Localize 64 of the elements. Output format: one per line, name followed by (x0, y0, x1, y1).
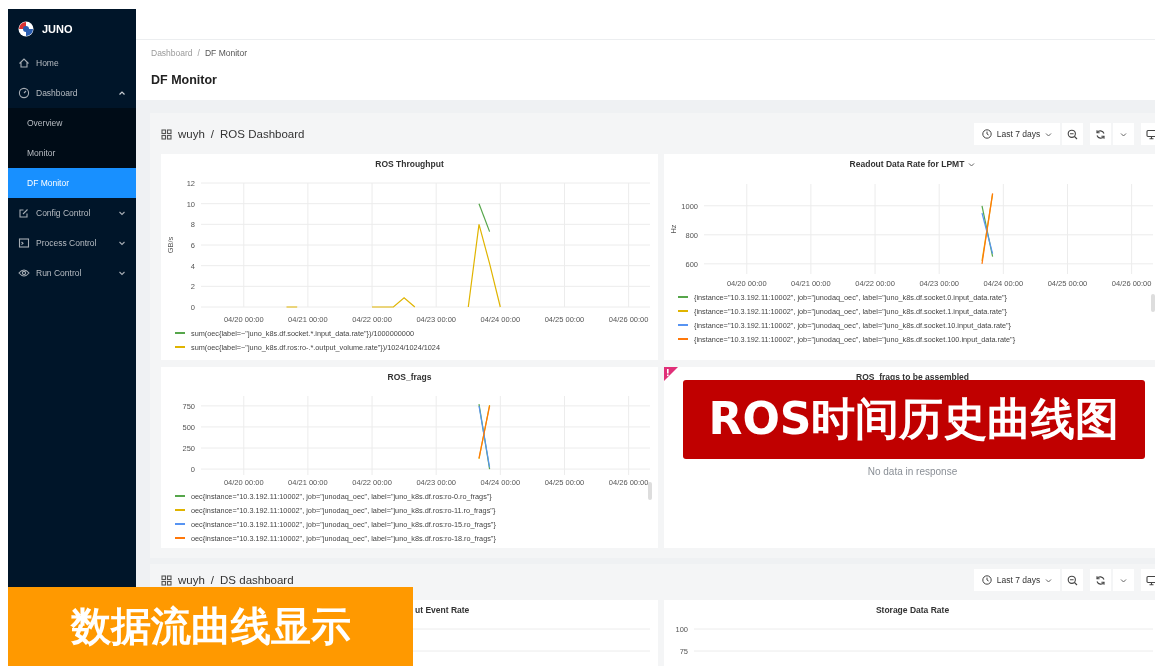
clock-icon (981, 129, 992, 139)
refresh-icon (1095, 574, 1106, 586)
dashboard-folder[interactable]: wuyh (178, 574, 205, 586)
panel-title[interactable]: Readout Data Rate for LPMT (849, 159, 965, 169)
clock-icon (981, 575, 992, 585)
panel-title[interactable]: Storage Data Rate (875, 605, 950, 615)
scrollbar[interactable] (1151, 294, 1155, 312)
grid-icon (161, 128, 172, 140)
legend-swatch (678, 337, 688, 341)
dashboard-folder[interactable]: wuyh (178, 128, 205, 140)
time-range-button[interactable]: Last 7 days (974, 123, 1060, 145)
caption-label: ROS时间历史曲线图 (683, 380, 1145, 459)
refresh-icon (1095, 128, 1106, 140)
legend-swatch (175, 345, 185, 349)
legend-swatch (175, 522, 185, 526)
zoom-out-icon (1067, 574, 1078, 586)
edit-icon (18, 207, 30, 219)
sidebar-item[interactable]: Overview (8, 108, 136, 138)
home-icon (18, 57, 30, 69)
panel-title[interactable]: ut Event Rate (415, 605, 470, 615)
legend-swatch (678, 323, 688, 327)
sidebar-item[interactable]: Config Control (8, 198, 136, 228)
zoom-out-icon (1067, 128, 1078, 140)
legend-swatch (678, 309, 688, 313)
panel-title[interactable]: ROS_frags to be assembled (856, 372, 969, 382)
page-title: DF Monitor (151, 73, 218, 87)
panel-title[interactable]: ROS Throughput (375, 159, 444, 169)
breadcrumb-separator: / (197, 48, 200, 58)
breadcrumb-link[interactable]: DF Monitor (204, 48, 247, 58)
caret-down-icon (1120, 130, 1127, 138)
legend-swatch (678, 295, 688, 299)
sidebar-item[interactable]: Dashboard (8, 78, 136, 108)
caret-down-icon (1120, 576, 1127, 584)
breadcrumb-separator: / (210, 574, 215, 586)
eye-icon (18, 267, 30, 279)
legend-swatch (175, 536, 185, 540)
breadcrumb-separator: / (210, 128, 215, 140)
dashboard-title[interactable]: DS dashboard (220, 574, 294, 586)
legend-swatch (175, 494, 185, 498)
panel-title[interactable]: ROS_frags (387, 372, 432, 382)
logo-icon (18, 20, 34, 37)
empty-message: No data in response (866, 466, 959, 477)
sidebar-item[interactable]: Monitor (8, 138, 136, 168)
monitor-icon (1146, 574, 1155, 586)
caret-down-icon (1045, 130, 1053, 138)
grid-icon (161, 574, 172, 586)
refresh-button[interactable] (1090, 569, 1111, 591)
monitor-icon (1146, 128, 1155, 140)
sidebar-item[interactable]: Process Control (8, 228, 136, 258)
zoom-out-button[interactable] (1062, 569, 1083, 591)
scrollbar[interactable] (648, 482, 652, 500)
zoom-out-button[interactable] (1062, 123, 1083, 145)
terminal-icon (18, 237, 30, 249)
legend-swatch (175, 508, 185, 512)
caption-label: 数据流曲线显示 (8, 587, 413, 666)
refresh-button[interactable] (1090, 123, 1111, 145)
app-name: JUNO (42, 22, 73, 35)
caret-down-icon (1045, 576, 1053, 584)
legend-swatch (175, 331, 185, 335)
sidebar-item[interactable]: Run Control (8, 258, 136, 288)
gauge-icon (18, 87, 30, 99)
dashboard-title[interactable]: ROS Dashboard (220, 128, 305, 140)
time-range-button[interactable]: Last 7 days (974, 569, 1060, 591)
sidebar-item[interactable]: Home (8, 48, 136, 78)
